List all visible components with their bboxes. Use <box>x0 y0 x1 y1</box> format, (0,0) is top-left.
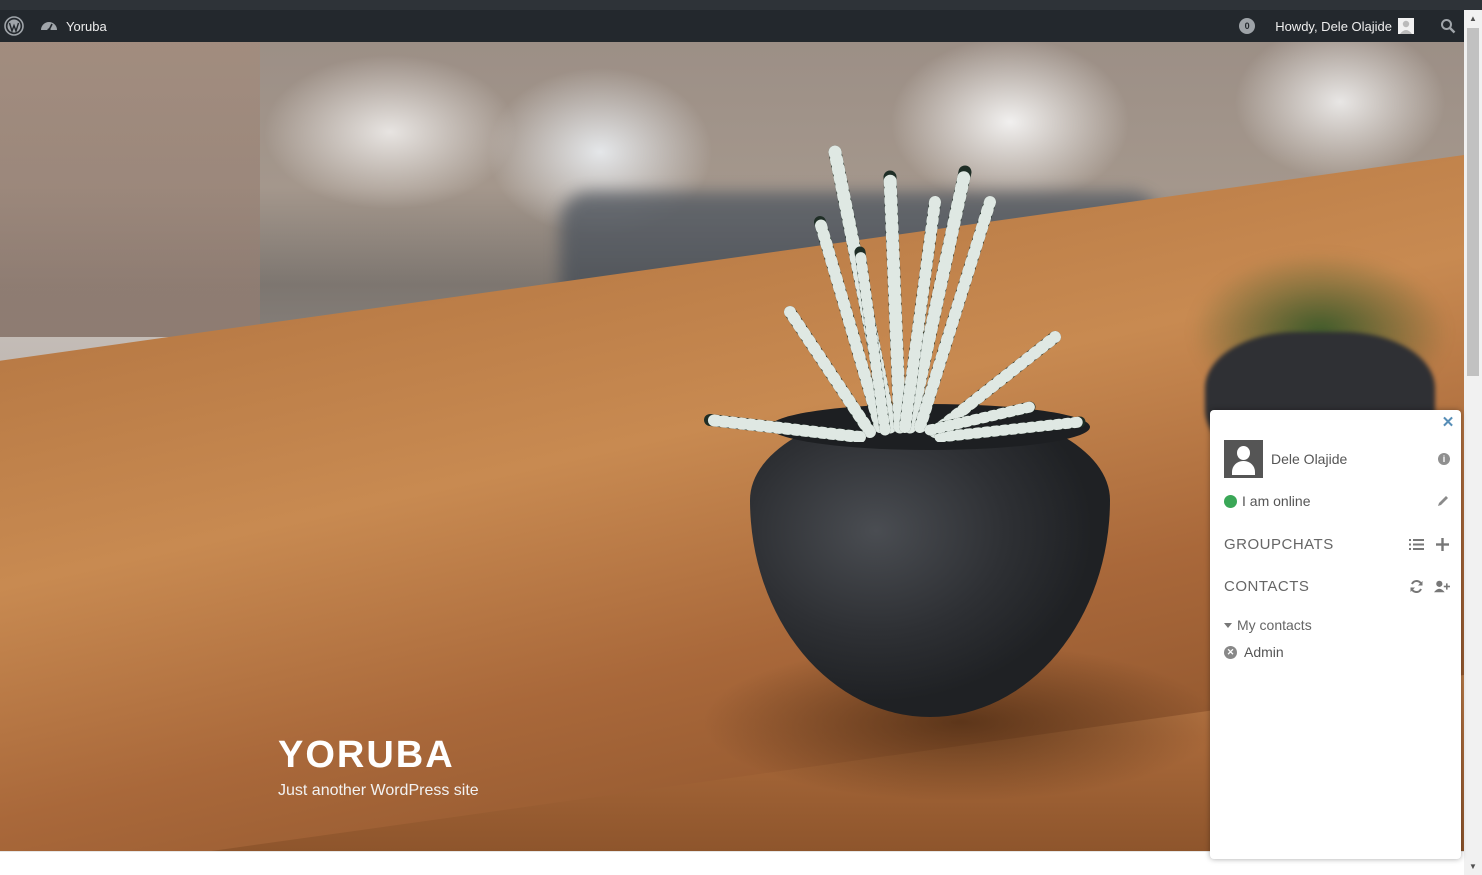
site-name-menu[interactable]: Yoruba <box>36 10 111 42</box>
chat-status: I am online <box>1224 492 1450 510</box>
scrollbar-thumb[interactable] <box>1467 28 1479 376</box>
site-name-label: Yoruba <box>66 18 107 34</box>
groupchats-heading[interactable]: GROUPCHATS <box>1224 536 1408 553</box>
user-avatar-icon <box>1398 18 1414 34</box>
succulent-plant <box>704 145 1086 442</box>
group-name: My contacts <box>1237 617 1312 633</box>
info-icon[interactable]: i <box>1438 453 1450 465</box>
howdy-label: Howdy, Dele Olajide <box>1275 18 1392 34</box>
admin-bar-secondary: 0 Howdy, Dele Olajide <box>1239 10 1464 42</box>
refresh-icon[interactable] <box>1408 578 1424 594</box>
scroll-down-arrow-icon[interactable]: ▼ <box>1464 858 1482 875</box>
contacts-section-header: CONTACTS <box>1224 576 1450 596</box>
offline-status-icon: ✕ <box>1224 645 1237 659</box>
list-icon[interactable] <box>1408 536 1424 552</box>
dashboard-icon <box>40 18 58 35</box>
search-icon[interactable] <box>1440 18 1456 34</box>
chat-profile: Dele Olajide i <box>1224 440 1450 478</box>
contact-name: Admin <box>1244 644 1284 660</box>
my-account-menu[interactable]: Howdy, Dele Olajide <box>1265 18 1416 34</box>
contacts-heading[interactable]: CONTACTS <box>1224 578 1408 595</box>
page-scrollbar[interactable]: ▲ ▼ <box>1464 10 1482 875</box>
avatar[interactable] <box>1224 440 1263 478</box>
wordpress-icon[interactable] <box>0 10 28 42</box>
caret-down-icon <box>1224 622 1232 628</box>
pencil-icon[interactable] <box>1436 494 1450 508</box>
chat-contacts-panel: ✕ Dele Olajide i I am online GROUPCHATS <box>1210 410 1461 859</box>
plus-icon[interactable] <box>1434 536 1450 552</box>
contacts-group-toggle[interactable]: My contacts <box>1224 616 1450 634</box>
close-icon[interactable]: ✕ <box>1441 415 1455 430</box>
site-branding: YORUBA Just another WordPress site <box>278 732 479 800</box>
comments-icon[interactable]: 0 <box>1239 18 1256 34</box>
site-description: Just another WordPress site <box>278 782 479 799</box>
groupchats-section-header: GROUPCHATS <box>1224 534 1450 554</box>
wp-admin-bar: Yoruba 0 Howdy, Dele Olajide <box>0 10 1464 42</box>
site-title[interactable]: YORUBA <box>278 732 479 778</box>
browser-chrome-strip <box>0 0 1482 10</box>
add-user-icon[interactable] <box>1434 578 1450 594</box>
online-status-icon <box>1224 494 1237 508</box>
hero-bg-wall <box>0 42 260 362</box>
scroll-up-arrow-icon[interactable]: ▲ <box>1464 10 1482 27</box>
status-message: I am online <box>1242 493 1311 509</box>
profile-name: Dele Olajide <box>1271 451 1348 467</box>
list-item[interactable]: ✕ Admin <box>1224 643 1450 661</box>
